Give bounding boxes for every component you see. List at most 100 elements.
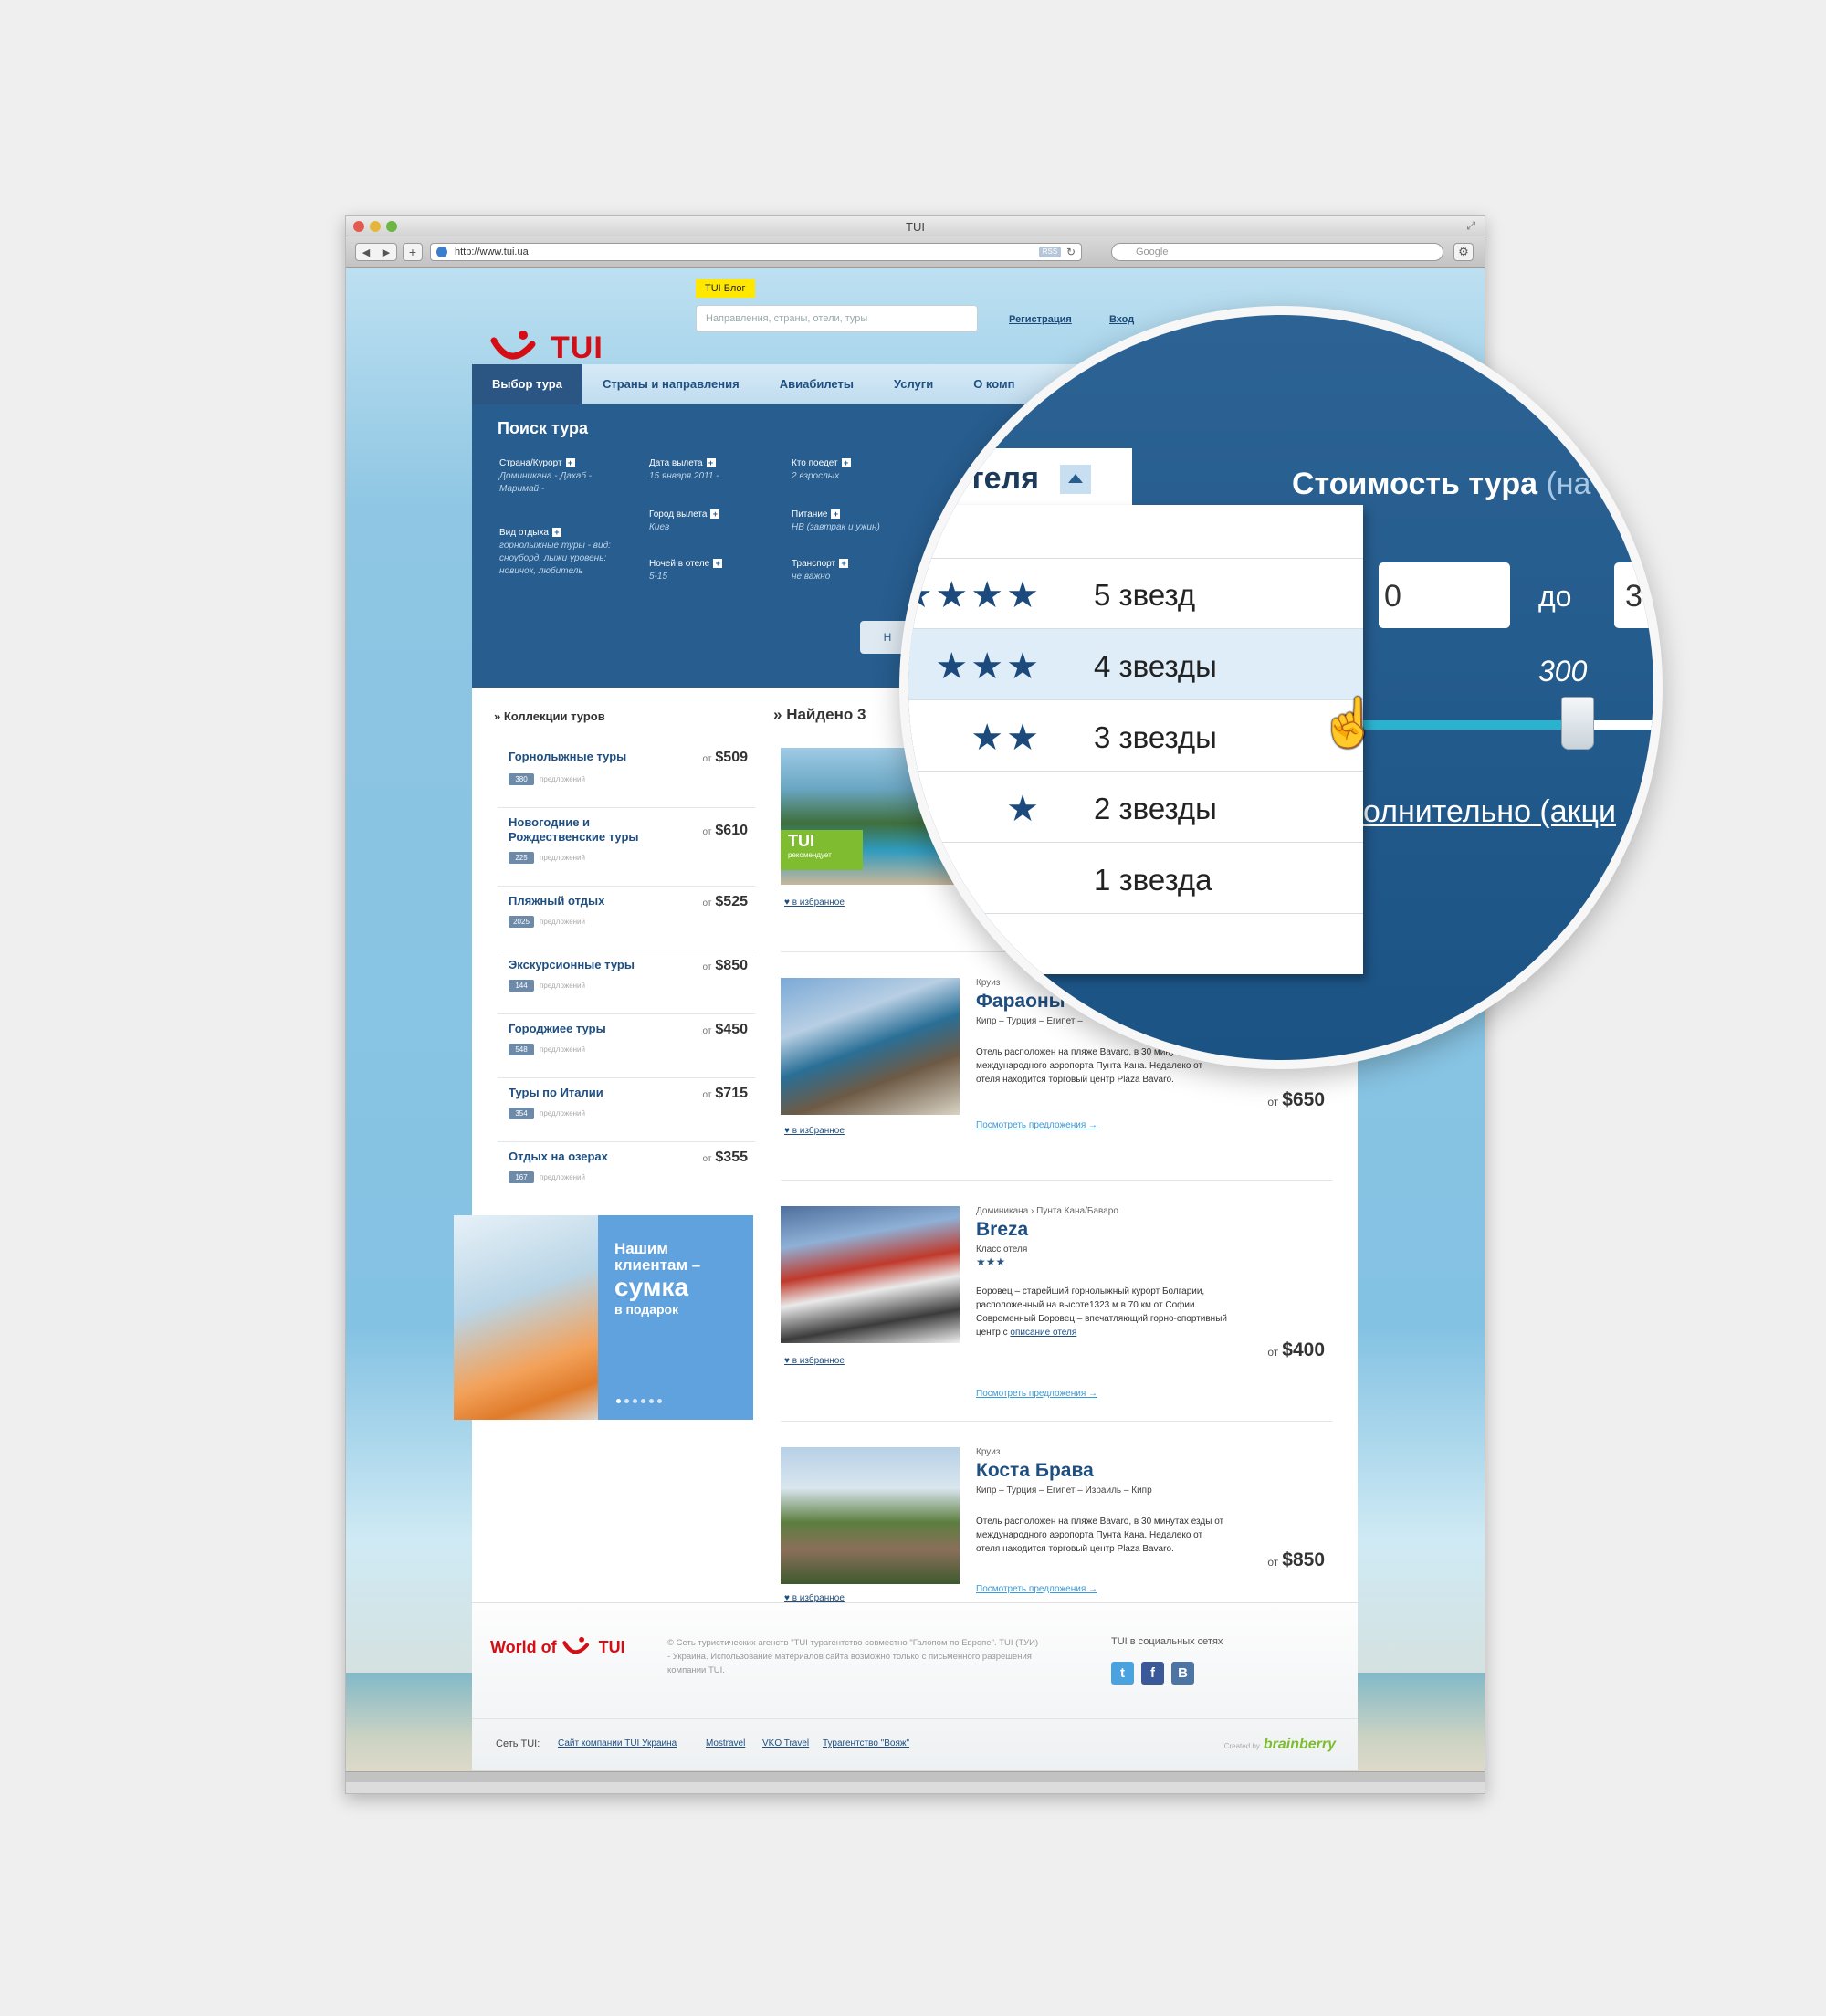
field-departure-date[interactable]: Дата вылета + 15 января 2011 - bbox=[649, 457, 768, 483]
expand-icon[interactable]: + bbox=[706, 458, 716, 467]
social-title: TUI в социальных сетях bbox=[1111, 1636, 1223, 1647]
tab-about[interactable]: О комп bbox=[953, 364, 1034, 404]
add-to-favorites-link[interactable]: ♥ в избранное bbox=[784, 898, 845, 908]
add-to-favorites-link[interactable]: ♥ в избранное bbox=[784, 1126, 845, 1136]
collection-item[interactable]: Новогодние и Рождественские туры от $610 … bbox=[498, 815, 755, 887]
field-country[interactable]: Страна/Курорт + Доминикана - Дахаб - Мари… bbox=[499, 457, 618, 496]
collection-name[interactable]: Горнолыжные туры bbox=[509, 750, 673, 764]
footer-link[interactable]: Сайт компании TUI Украина bbox=[558, 1738, 677, 1748]
carousel-dot[interactable] bbox=[649, 1399, 654, 1403]
option-2-stars[interactable]: ★ 2 звезды bbox=[908, 772, 1363, 843]
reload-icon[interactable]: ↻ bbox=[1066, 244, 1076, 260]
price-to-input[interactable]: 3 bbox=[1614, 562, 1653, 628]
field-value: 2 взрослых bbox=[792, 471, 840, 481]
login-link[interactable]: Вход bbox=[1109, 314, 1134, 325]
collection-item[interactable]: Горнолыжные туры от $509 380 предложений bbox=[498, 750, 755, 808]
field-transport[interactable]: Транспорт + не важно bbox=[792, 558, 910, 583]
collection-name[interactable]: Туры по Италии bbox=[509, 1086, 673, 1100]
hotel-name[interactable]: Breza bbox=[976, 1219, 1028, 1241]
created-by[interactable]: Created by brainberry bbox=[1224, 1737, 1336, 1753]
expand-icon[interactable]: + bbox=[839, 559, 849, 568]
tab-tour-selection[interactable]: Выбор тура bbox=[472, 364, 582, 404]
view-offers-link[interactable]: Посмотреть предложения → bbox=[976, 1389, 1097, 1399]
carousel-dot[interactable] bbox=[616, 1399, 621, 1403]
fullscreen-icon[interactable]: ⤢ bbox=[1466, 219, 1475, 233]
carousel-dot[interactable] bbox=[641, 1399, 645, 1403]
hotel-photo[interactable] bbox=[781, 978, 960, 1115]
created-by-label: Created by bbox=[1223, 1742, 1260, 1750]
footer-link[interactable]: VKO Travel bbox=[762, 1738, 809, 1748]
expand-icon[interactable]: + bbox=[841, 458, 851, 467]
hotel-description-link[interactable]: описание отеля bbox=[1010, 1328, 1076, 1338]
hotel-class-tab[interactable]: теля bbox=[908, 448, 1132, 505]
expand-icon[interactable]: + bbox=[831, 509, 841, 519]
collection-item[interactable]: Пляжный отдых от $525 2025 предложений bbox=[498, 894, 755, 950]
field-meals[interactable]: Питание + НВ (завтрак и ужин) bbox=[792, 509, 910, 534]
expand-icon[interactable]: + bbox=[710, 509, 720, 519]
twitter-icon[interactable]: t bbox=[1111, 1662, 1134, 1685]
expand-icon[interactable]: + bbox=[551, 528, 561, 537]
tui-logo[interactable]: TUI bbox=[490, 330, 603, 366]
tab-flights[interactable]: Авиабилеты bbox=[760, 364, 874, 404]
collection-name[interactable]: Городжиее туры bbox=[509, 1022, 673, 1036]
field-departure-city[interactable]: Город вылета + Киев bbox=[649, 509, 768, 534]
field-label: Страна/Курорт bbox=[499, 458, 562, 468]
promo-banner[interactable]: Нашим клиентам – сумка в подарок bbox=[454, 1215, 753, 1420]
chevron-up-icon[interactable] bbox=[1060, 465, 1091, 494]
collection-name[interactable]: Новогодние и Рождественские туры bbox=[509, 815, 673, 845]
price-slider-handle[interactable] bbox=[1561, 697, 1594, 750]
field-travelers[interactable]: Кто поедет + 2 взрослых bbox=[792, 457, 910, 483]
collection-name[interactable]: Отдых на озерах bbox=[509, 1150, 673, 1164]
hotel-photo[interactable] bbox=[781, 1206, 960, 1343]
option-1-star[interactable]: 1 звезда bbox=[908, 843, 1363, 914]
expand-icon[interactable]: + bbox=[565, 458, 575, 467]
footer-link[interactable]: Турагентство "Вояж" bbox=[823, 1738, 909, 1748]
address-bar[interactable]: http://www.tui.ua RSS ↻ bbox=[430, 243, 1082, 261]
hotel-photo[interactable] bbox=[781, 1447, 960, 1584]
site-search-input[interactable]: Направления, страны, отели, туры ⌕ bbox=[696, 305, 978, 332]
collection-name[interactable]: Экскурсионные туры bbox=[509, 958, 673, 972]
price-from-input[interactable]: 0 bbox=[1379, 562, 1510, 628]
tab-countries[interactable]: Страны и направления bbox=[582, 364, 760, 404]
rss-icon[interactable]: RSS bbox=[1039, 247, 1061, 257]
add-to-favorites-link[interactable]: ♥ в избранное bbox=[784, 1356, 845, 1366]
view-offers-link[interactable]: Посмотреть предложения → bbox=[976, 1120, 1097, 1130]
promo-line-2: клиентам – bbox=[614, 1256, 701, 1274]
price-to-label: до bbox=[1538, 580, 1572, 613]
expand-icon[interactable]: + bbox=[713, 559, 723, 568]
blog-badge[interactable]: TUI Блог bbox=[696, 279, 755, 298]
collection-item[interactable]: Экскурсионные туры от $850 144 предложени… bbox=[498, 958, 755, 1014]
field-nights[interactable]: Ночей в отеле + 5-15 bbox=[649, 558, 768, 583]
extra-options-link[interactable]: олнительно (акци bbox=[1363, 794, 1616, 830]
hotel-name[interactable]: Фараоны bbox=[976, 991, 1065, 1013]
add-bookmark-button[interactable]: + bbox=[403, 243, 423, 261]
collection-name[interactable]: Пляжный отдых bbox=[509, 894, 673, 908]
collection-item[interactable]: Туры по Италии от $715 354 предложений bbox=[498, 1086, 755, 1142]
collection-item[interactable]: Отдых на озерах от $355 167 предложений bbox=[498, 1150, 755, 1195]
vkontakte-icon[interactable]: B bbox=[1171, 1662, 1194, 1685]
carousel-dot[interactable] bbox=[633, 1399, 637, 1403]
footer-link[interactable]: Mostravel bbox=[706, 1738, 745, 1748]
option-5-stars[interactable]: ★★★★ 5 звезд bbox=[908, 558, 1363, 629]
field-value: НВ (завтрак и ужин) bbox=[792, 522, 880, 532]
field-vacation-type[interactable]: Вид отдыха + горнолыжные туры - вид: сноу… bbox=[499, 527, 618, 578]
facebook-icon[interactable]: f bbox=[1141, 1662, 1164, 1685]
world-of-tui-logo[interactable]: World of TUI bbox=[490, 1636, 625, 1658]
back-forward-buttons[interactable]: ◀ ▶ bbox=[355, 243, 397, 261]
register-link[interactable]: Регистрация bbox=[1009, 314, 1072, 325]
view-offers-link[interactable]: Посмотреть предложения → bbox=[976, 1584, 1097, 1594]
tab-services[interactable]: Услуги bbox=[874, 364, 953, 404]
back-icon[interactable]: ◀ bbox=[362, 247, 370, 258]
forward-icon[interactable]: ▶ bbox=[383, 247, 390, 258]
option-3-stars[interactable]: ★★ 3 звезды bbox=[908, 700, 1363, 772]
carousel-dot[interactable] bbox=[624, 1399, 629, 1403]
price-value: $850 bbox=[715, 958, 748, 973]
price-slider-rest[interactable] bbox=[1584, 720, 1653, 730]
browser-search-input[interactable]: Google bbox=[1111, 243, 1443, 261]
collection-item[interactable]: Городжиее туры от $450 548 предложений bbox=[498, 1022, 755, 1078]
carousel-dot[interactable] bbox=[657, 1399, 662, 1403]
site-search-placeholder: Направления, страны, отели, туры bbox=[706, 313, 868, 324]
gear-icon[interactable]: ⚙ bbox=[1453, 243, 1474, 261]
option-4-stars[interactable]: ★★★ 4 звезды bbox=[908, 629, 1363, 700]
hotel-name[interactable]: Коста Брава bbox=[976, 1460, 1094, 1482]
